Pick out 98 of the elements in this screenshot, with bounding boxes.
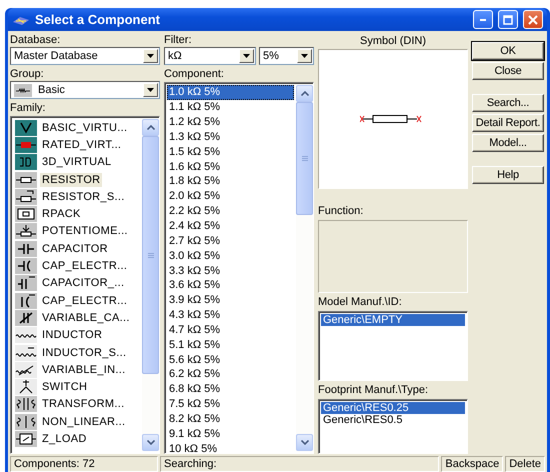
close-button[interactable] bbox=[523, 10, 543, 29]
field-label: Filter: bbox=[164, 34, 192, 47]
status-text: Searching: bbox=[160, 456, 440, 472]
field-label: Family: bbox=[10, 102, 46, 115]
list-item[interactable]: 3.0 kΩ 5% bbox=[167, 248, 294, 264]
status-text: Components: 72 bbox=[10, 456, 158, 472]
list-item[interactable]: VARIABLE_IN... bbox=[13, 361, 140, 378]
list-item[interactable]: 5.6 kΩ 5% bbox=[167, 352, 294, 368]
list-item[interactable]: 3D_VIRTUAL bbox=[13, 154, 140, 171]
caret-icon bbox=[147, 54, 154, 58]
minimize-button[interactable] bbox=[473, 10, 493, 29]
dialog-button[interactable]: Model... bbox=[472, 134, 544, 152]
list-item[interactable]: 2.4 kΩ 5% bbox=[167, 218, 294, 234]
list-item[interactable]: TRANSFORM... bbox=[13, 396, 140, 414]
dialog-button[interactable]: Detail Report. bbox=[472, 114, 544, 132]
caret-icon bbox=[147, 88, 154, 92]
field-label: Model Manuf.\ID: bbox=[318, 296, 403, 309]
list-item[interactable]: POTENTIOME... bbox=[13, 222, 140, 240]
list-item[interactable]: RESISTOR bbox=[13, 170, 140, 188]
list-item[interactable]: 1.2 kΩ 5% bbox=[167, 114, 294, 130]
maximize-icon bbox=[503, 14, 513, 24]
list-item[interactable]: CAP_ELECTR... bbox=[13, 257, 140, 275]
dialog-button[interactable]: Close bbox=[472, 62, 544, 80]
list-item[interactable]: 2.0 kΩ 5% bbox=[167, 188, 294, 204]
list-item[interactable]: 4.3 kΩ 5% bbox=[167, 308, 294, 322]
list-item[interactable]: SWITCH bbox=[13, 378, 140, 396]
list-item[interactable]: RPACK bbox=[13, 205, 140, 223]
scrollbar[interactable] bbox=[296, 85, 313, 451]
list-box[interactable]: Generic\RES0.25 Generic\RES0.5 bbox=[318, 399, 468, 454]
list-box[interactable]: Generic\EMPTY bbox=[318, 311, 468, 381]
list-item[interactable]: INDUCTOR_S... bbox=[13, 344, 140, 362]
list-item[interactable]: 3.6 kΩ 5% bbox=[167, 278, 294, 293]
list-item[interactable]: 1.6 kΩ 5% bbox=[167, 159, 294, 174]
list-item[interactable]: 3.3 kΩ 5% bbox=[167, 263, 294, 278]
scroll-down-button[interactable] bbox=[296, 434, 313, 451]
list-item[interactable]: CAPACITOR_... bbox=[13, 274, 140, 292]
chevron-down-icon bbox=[146, 440, 154, 445]
list-item[interactable]: VARIABLE_CA... bbox=[13, 309, 140, 327]
dialog-button[interactable]: Search... bbox=[472, 94, 544, 112]
close-icon bbox=[528, 14, 538, 24]
dropdown[interactable]: Master Database bbox=[10, 47, 160, 65]
field-label: Symbol (DIN) bbox=[360, 35, 426, 48]
dialog-button[interactable]: OK bbox=[472, 42, 544, 60]
resistor-wave-icon bbox=[14, 84, 32, 96]
dropdown[interactable]: Basic bbox=[10, 81, 160, 99]
list-item[interactable]: 10 kΩ 5% bbox=[167, 441, 294, 453]
maximize-button[interactable] bbox=[498, 10, 518, 29]
minimize-icon bbox=[480, 18, 486, 20]
scroll-up-button[interactable] bbox=[296, 85, 313, 102]
list-item[interactable]: 1.0 kΩ 5% bbox=[167, 85, 294, 100]
window-title: Select a Component bbox=[35, 12, 161, 27]
list-item[interactable]: INDUCTOR bbox=[13, 326, 140, 344]
list-item[interactable]: 9.1 kΩ 5% bbox=[167, 426, 294, 442]
chevron-up-icon bbox=[300, 91, 308, 96]
list-item[interactable]: Generic\RES0.5 bbox=[321, 414, 465, 426]
list-item[interactable]: 3.9 kΩ 5% bbox=[167, 292, 294, 308]
list-item[interactable]: 2.2 kΩ 5% bbox=[167, 204, 294, 219]
list-item[interactable]: BASIC_VIRTU... bbox=[13, 119, 140, 136]
status-key: Backspace bbox=[441, 456, 504, 472]
list-item[interactable]: 4.7 kΩ 5% bbox=[167, 322, 294, 338]
list-item[interactable]: RATED_VIRT... bbox=[13, 136, 140, 154]
chevron-down-icon bbox=[300, 440, 308, 445]
chevron-up-icon bbox=[146, 125, 154, 130]
list-item[interactable]: 1.5 kΩ 5% bbox=[167, 144, 294, 160]
field-label: Component: bbox=[164, 68, 225, 81]
caret-icon bbox=[243, 54, 250, 58]
scroll-up-button[interactable] bbox=[142, 119, 159, 136]
list-item[interactable]: CAPACITOR bbox=[13, 240, 140, 258]
dropdown[interactable]: kΩ bbox=[164, 47, 256, 65]
list-item[interactable]: NON_LINEAR... bbox=[13, 413, 140, 430]
scroll-down-button[interactable] bbox=[142, 434, 159, 451]
list-item[interactable]: 6.8 kΩ 5% bbox=[167, 382, 294, 397]
field-label: Group: bbox=[10, 68, 45, 81]
field-label: Footprint Manuf.\Type: bbox=[318, 384, 430, 397]
list-item[interactable]: 7.5 kΩ 5% bbox=[167, 396, 294, 412]
list-item[interactable]: CAP_ELECTR... bbox=[13, 292, 140, 310]
dropdown[interactable]: 5% bbox=[259, 47, 314, 65]
list-item[interactable]: 2.7 kΩ 5% bbox=[167, 233, 294, 248]
list-item[interactable]: RESISTOR_S... bbox=[13, 188, 140, 206]
list-box[interactable] bbox=[164, 82, 314, 454]
list-item[interactable]: Generic\RES0.25 bbox=[321, 402, 465, 414]
list-item[interactable]: Generic\EMPTY bbox=[321, 314, 465, 326]
list-item[interactable]: 6.2 kΩ 5% bbox=[167, 367, 294, 382]
dialog-button[interactable]: Help bbox=[472, 166, 544, 184]
field-label: Database: bbox=[10, 34, 62, 47]
scrollbar[interactable] bbox=[142, 119, 159, 451]
list-item[interactable]: 8.2 kΩ 5% bbox=[167, 412, 294, 426]
list-box[interactable] bbox=[10, 116, 160, 454]
list-item[interactable]: 1.3 kΩ 5% bbox=[167, 130, 294, 144]
list-item[interactable]: 1.8 kΩ 5% bbox=[167, 174, 294, 189]
caret-icon bbox=[301, 54, 308, 58]
status-key: Delete bbox=[505, 456, 545, 472]
list-item[interactable]: Z_LOAD bbox=[13, 430, 140, 448]
scroll-thumb[interactable] bbox=[142, 136, 159, 374]
field-label: Function: bbox=[318, 205, 364, 218]
list-item[interactable]: 5.1 kΩ 5% bbox=[167, 337, 294, 352]
scroll-thumb[interactable] bbox=[296, 102, 313, 215]
list-item[interactable]: 1.1 kΩ 5% bbox=[167, 100, 294, 115]
